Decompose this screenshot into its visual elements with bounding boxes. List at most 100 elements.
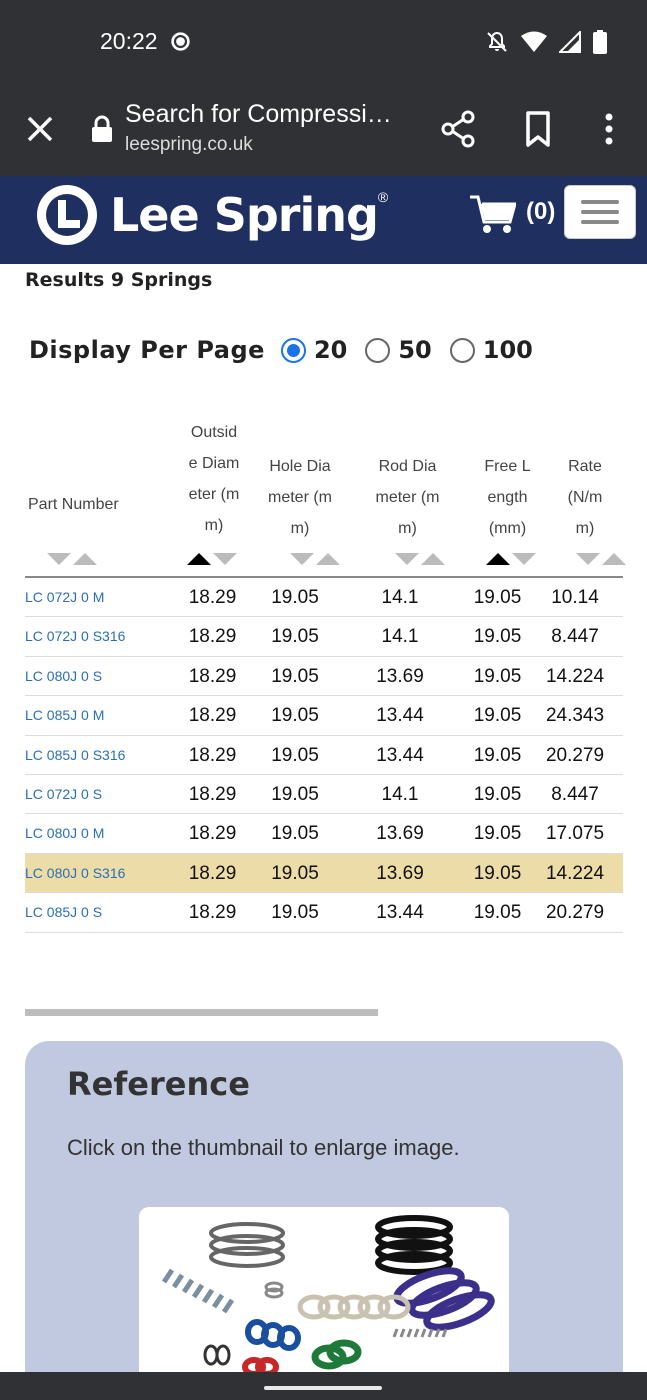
part-number-link[interactable]: LC 085J 0 S316 (25, 736, 125, 775)
header-text-line: Rod Dia (378, 458, 437, 475)
blue-spring-icon (245, 1319, 301, 1351)
wifi-icon (521, 31, 547, 52)
cell-rod-diameter: 14.1 (381, 783, 419, 805)
cell-hole-diameter: 19.05 (271, 705, 319, 727)
cell-rod-diameter: 13.44 (376, 744, 424, 766)
results-count: Results 9 Springs (25, 269, 213, 291)
cell-rod-diameter: 14.1 (381, 626, 419, 648)
lock-icon[interactable] (90, 115, 114, 143)
cell-rod-diameter: 13.44 (376, 705, 424, 727)
lee-spring-logo[interactable]: Lee Spring ® (34, 180, 388, 250)
table-row[interactable]: LC 072J 0 S316 18.29 19.05 14.1 19.05 8.447 (25, 617, 623, 657)
header-hole-diameter[interactable]: Hole Dia meter (m m) (265, 451, 335, 544)
part-number-link[interactable]: LC 072J 0 S316 (25, 617, 125, 656)
page-url[interactable]: leespring.co.uk (125, 134, 253, 156)
sort-ascending-icon[interactable] (602, 553, 626, 565)
part-number-link[interactable]: LC 080J 0 S316 (25, 854, 125, 893)
sort-ascending-icon[interactable] (486, 553, 510, 565)
sort-control[interactable] (187, 553, 237, 565)
part-number-link[interactable]: LC 072J 0 S (25, 775, 102, 814)
menu-button[interactable] (564, 185, 636, 239)
cell-rate: 20.279 (545, 902, 605, 924)
battery-icon (593, 30, 607, 54)
sort-control[interactable] (290, 553, 340, 565)
table-row[interactable]: LC 080J 0 S 18.29 19.05 13.69 19.05 14.224 (25, 657, 623, 697)
cell-outside-diameter: 18.29 (188, 705, 237, 727)
part-number-link[interactable]: LC 080J 0 S (25, 657, 102, 696)
radio-label[interactable]: 50 (398, 336, 431, 364)
table-row[interactable]: LC 072J 0 S 18.29 19.05 14.1 19.05 8.447 (25, 775, 623, 815)
table-header: Part Number Outsid e Diam eter (m m) Hole Dia… (25, 415, 626, 578)
per-page-option-50[interactable]: 50 (365, 336, 432, 364)
cell-hole-diameter: 19.05 (271, 783, 319, 805)
scroll-divider[interactable] (25, 1009, 378, 1016)
page-title[interactable]: Search for Compressi… (125, 100, 392, 129)
header-part-number[interactable]: Part Number (28, 489, 138, 520)
cell-rate: 10.14 (551, 587, 599, 608)
per-page-option-20[interactable]: 20 (280, 336, 347, 364)
header-rate[interactable]: Rate (N/m m) (550, 451, 620, 544)
home-handle[interactable] (264, 1386, 382, 1390)
table-row[interactable]: LC 072J 0 M 18.29 19.05 14.1 19.05 10.14 (25, 578, 623, 618)
cell-outside-diameter: 18.29 (188, 626, 237, 648)
cell-free-length: 19.05 (473, 626, 522, 648)
sort-descending-icon[interactable] (290, 553, 314, 565)
cell-rod-diameter: 14.1 (381, 587, 419, 608)
cell-hole-diameter: 19.05 (271, 823, 319, 845)
menu-line-icon (581, 200, 619, 204)
sort-control[interactable] (486, 553, 536, 565)
header-rod-diameter[interactable]: Rod Dia meter (m m) (370, 451, 445, 544)
header-free-length[interactable]: Free L ength (mm) (470, 451, 545, 544)
table-row[interactable]: LC 080J 0 S316 18.29 19.05 13.69 19.05 14.224 (25, 853, 623, 894)
header-text-line: Rate (568, 458, 602, 475)
cell-free-length: 19.05 (473, 902, 522, 924)
sort-ascending-icon[interactable] (73, 553, 97, 565)
close-icon[interactable] (24, 113, 56, 145)
sort-descending-icon[interactable] (47, 553, 71, 565)
cart-count[interactable]: (0) (526, 198, 555, 226)
sort-ascending-icon[interactable] (187, 553, 211, 565)
cell-hole-diameter: 19.05 (271, 902, 319, 924)
sort-control[interactable] (395, 553, 445, 565)
part-number-link[interactable]: LC 072J 0 M (25, 578, 104, 617)
radio-button[interactable] (449, 337, 475, 363)
cell-outside-diameter: 18.29 (188, 587, 237, 608)
header-text-line: (mm) (488, 520, 527, 537)
sort-descending-icon[interactable] (512, 553, 536, 565)
more-vert-icon[interactable] (598, 110, 620, 148)
bookmark-icon[interactable] (521, 110, 555, 148)
cell-outside-diameter: 18.29 (188, 862, 237, 884)
header-outside-diameter[interactable]: Outsid e Diam eter (m m) (175, 417, 253, 541)
part-number-link[interactable]: LC 080J 0 M (25, 814, 104, 853)
cell-free-length: 19.05 (473, 705, 522, 727)
reference-title: Reference (67, 1065, 250, 1103)
sort-descending-icon[interactable] (213, 553, 237, 565)
cell-outside-diameter: 18.29 (188, 783, 237, 805)
share-icon[interactable] (440, 110, 478, 148)
table-row[interactable]: LC 080J 0 M 18.29 19.05 13.69 19.05 17.075 (25, 814, 623, 854)
radio-label[interactable]: 20 (314, 336, 347, 364)
part-number-link[interactable]: LC 085J 0 M (25, 696, 104, 735)
cell-rate: 24.343 (545, 705, 605, 727)
per-page-option-100[interactable]: 100 (449, 336, 533, 364)
thin-spring-icon (392, 1328, 448, 1338)
radio-button[interactable] (280, 337, 306, 363)
sort-ascending-icon[interactable] (316, 553, 340, 565)
sort-ascending-icon[interactable] (421, 553, 445, 565)
radio-button[interactable] (365, 337, 391, 363)
site-header: Lee Spring ® (0) (0, 176, 647, 264)
sort-control[interactable] (47, 553, 97, 565)
sort-control[interactable] (576, 553, 626, 565)
table-row[interactable]: LC 085J 0 S316 18.29 19.05 13.44 19.05 20.279 (25, 736, 623, 775)
reference-panel: Reference Click on the thumbnail to enla… (25, 1041, 623, 1400)
sort-descending-icon[interactable] (576, 553, 600, 565)
radio-label[interactable]: 100 (483, 336, 533, 364)
table-row[interactable]: LC 085J 0 S 18.29 19.05 13.44 19.05 20.279 (25, 893, 623, 933)
header-text-line: Hole Dia (269, 458, 331, 475)
grey-spring-icon (161, 1268, 235, 1314)
white-spring-icon (297, 1294, 411, 1320)
sort-descending-icon[interactable] (395, 553, 419, 565)
part-number-link[interactable]: LC 085J 0 S (25, 893, 102, 932)
table-row[interactable]: LC 085J 0 M 18.29 19.05 13.44 19.05 24.343 (25, 696, 623, 736)
cart-icon[interactable] (470, 194, 516, 234)
